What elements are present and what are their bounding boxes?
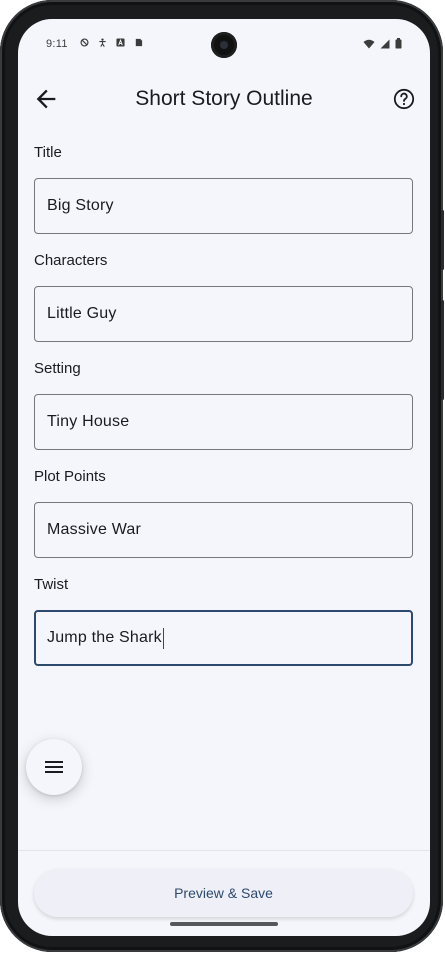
characters-field-value: Little Guy [47, 305, 117, 322]
block-icon [80, 38, 89, 47]
status-time: 9:11 [46, 38, 68, 50]
bottom-divider [18, 850, 430, 851]
app-bar: Short Story Outline [18, 75, 430, 123]
text-caret [162, 627, 165, 649]
status-bar: 9:11 [18, 19, 430, 67]
help-circle-icon[interactable] [392, 87, 416, 111]
battery-icon [395, 38, 402, 49]
plot-points-label: Plot Points [34, 468, 106, 485]
menu-fab[interactable] [26, 739, 82, 795]
title-field[interactable]: Big Story [34, 178, 413, 234]
title-label: Title [34, 144, 62, 161]
menu-icon [45, 761, 63, 773]
page-title: Short Story Outline [135, 87, 313, 110]
characters-field[interactable]: Little Guy [34, 286, 413, 342]
twist-field-value: Jump the Shark [47, 629, 162, 646]
setting-field[interactable]: Tiny House [34, 394, 413, 450]
volume-button [441, 210, 444, 270]
sim-icon [135, 38, 143, 47]
twist-field[interactable]: Jump the Shark [34, 610, 413, 666]
characters-label: Characters [34, 252, 108, 269]
title-field-value: Big Story [47, 197, 114, 214]
signal-icon [380, 39, 390, 48]
device-frame: 9:11 Short Story Outline Title Big Story… [0, 0, 444, 952]
twist-label: Twist [34, 576, 69, 593]
plot-points-field[interactable]: Massive War [34, 502, 413, 558]
screen: 9:11 Short Story Outline Title Big Story… [18, 19, 430, 936]
plot-points-field-value: Massive War [47, 521, 142, 538]
setting-label: Setting [34, 360, 81, 377]
preview-save-button[interactable]: Preview & Save [34, 869, 413, 917]
setting-field-value: Tiny House [47, 413, 130, 430]
accessibility-icon [99, 38, 106, 47]
app-a-icon [116, 38, 125, 47]
status-left-icons [80, 38, 143, 47]
power-button [441, 300, 444, 400]
status-right-icons [363, 38, 402, 49]
front-camera [211, 32, 237, 58]
wifi-icon [363, 39, 375, 48]
home-indicator[interactable] [170, 922, 278, 926]
